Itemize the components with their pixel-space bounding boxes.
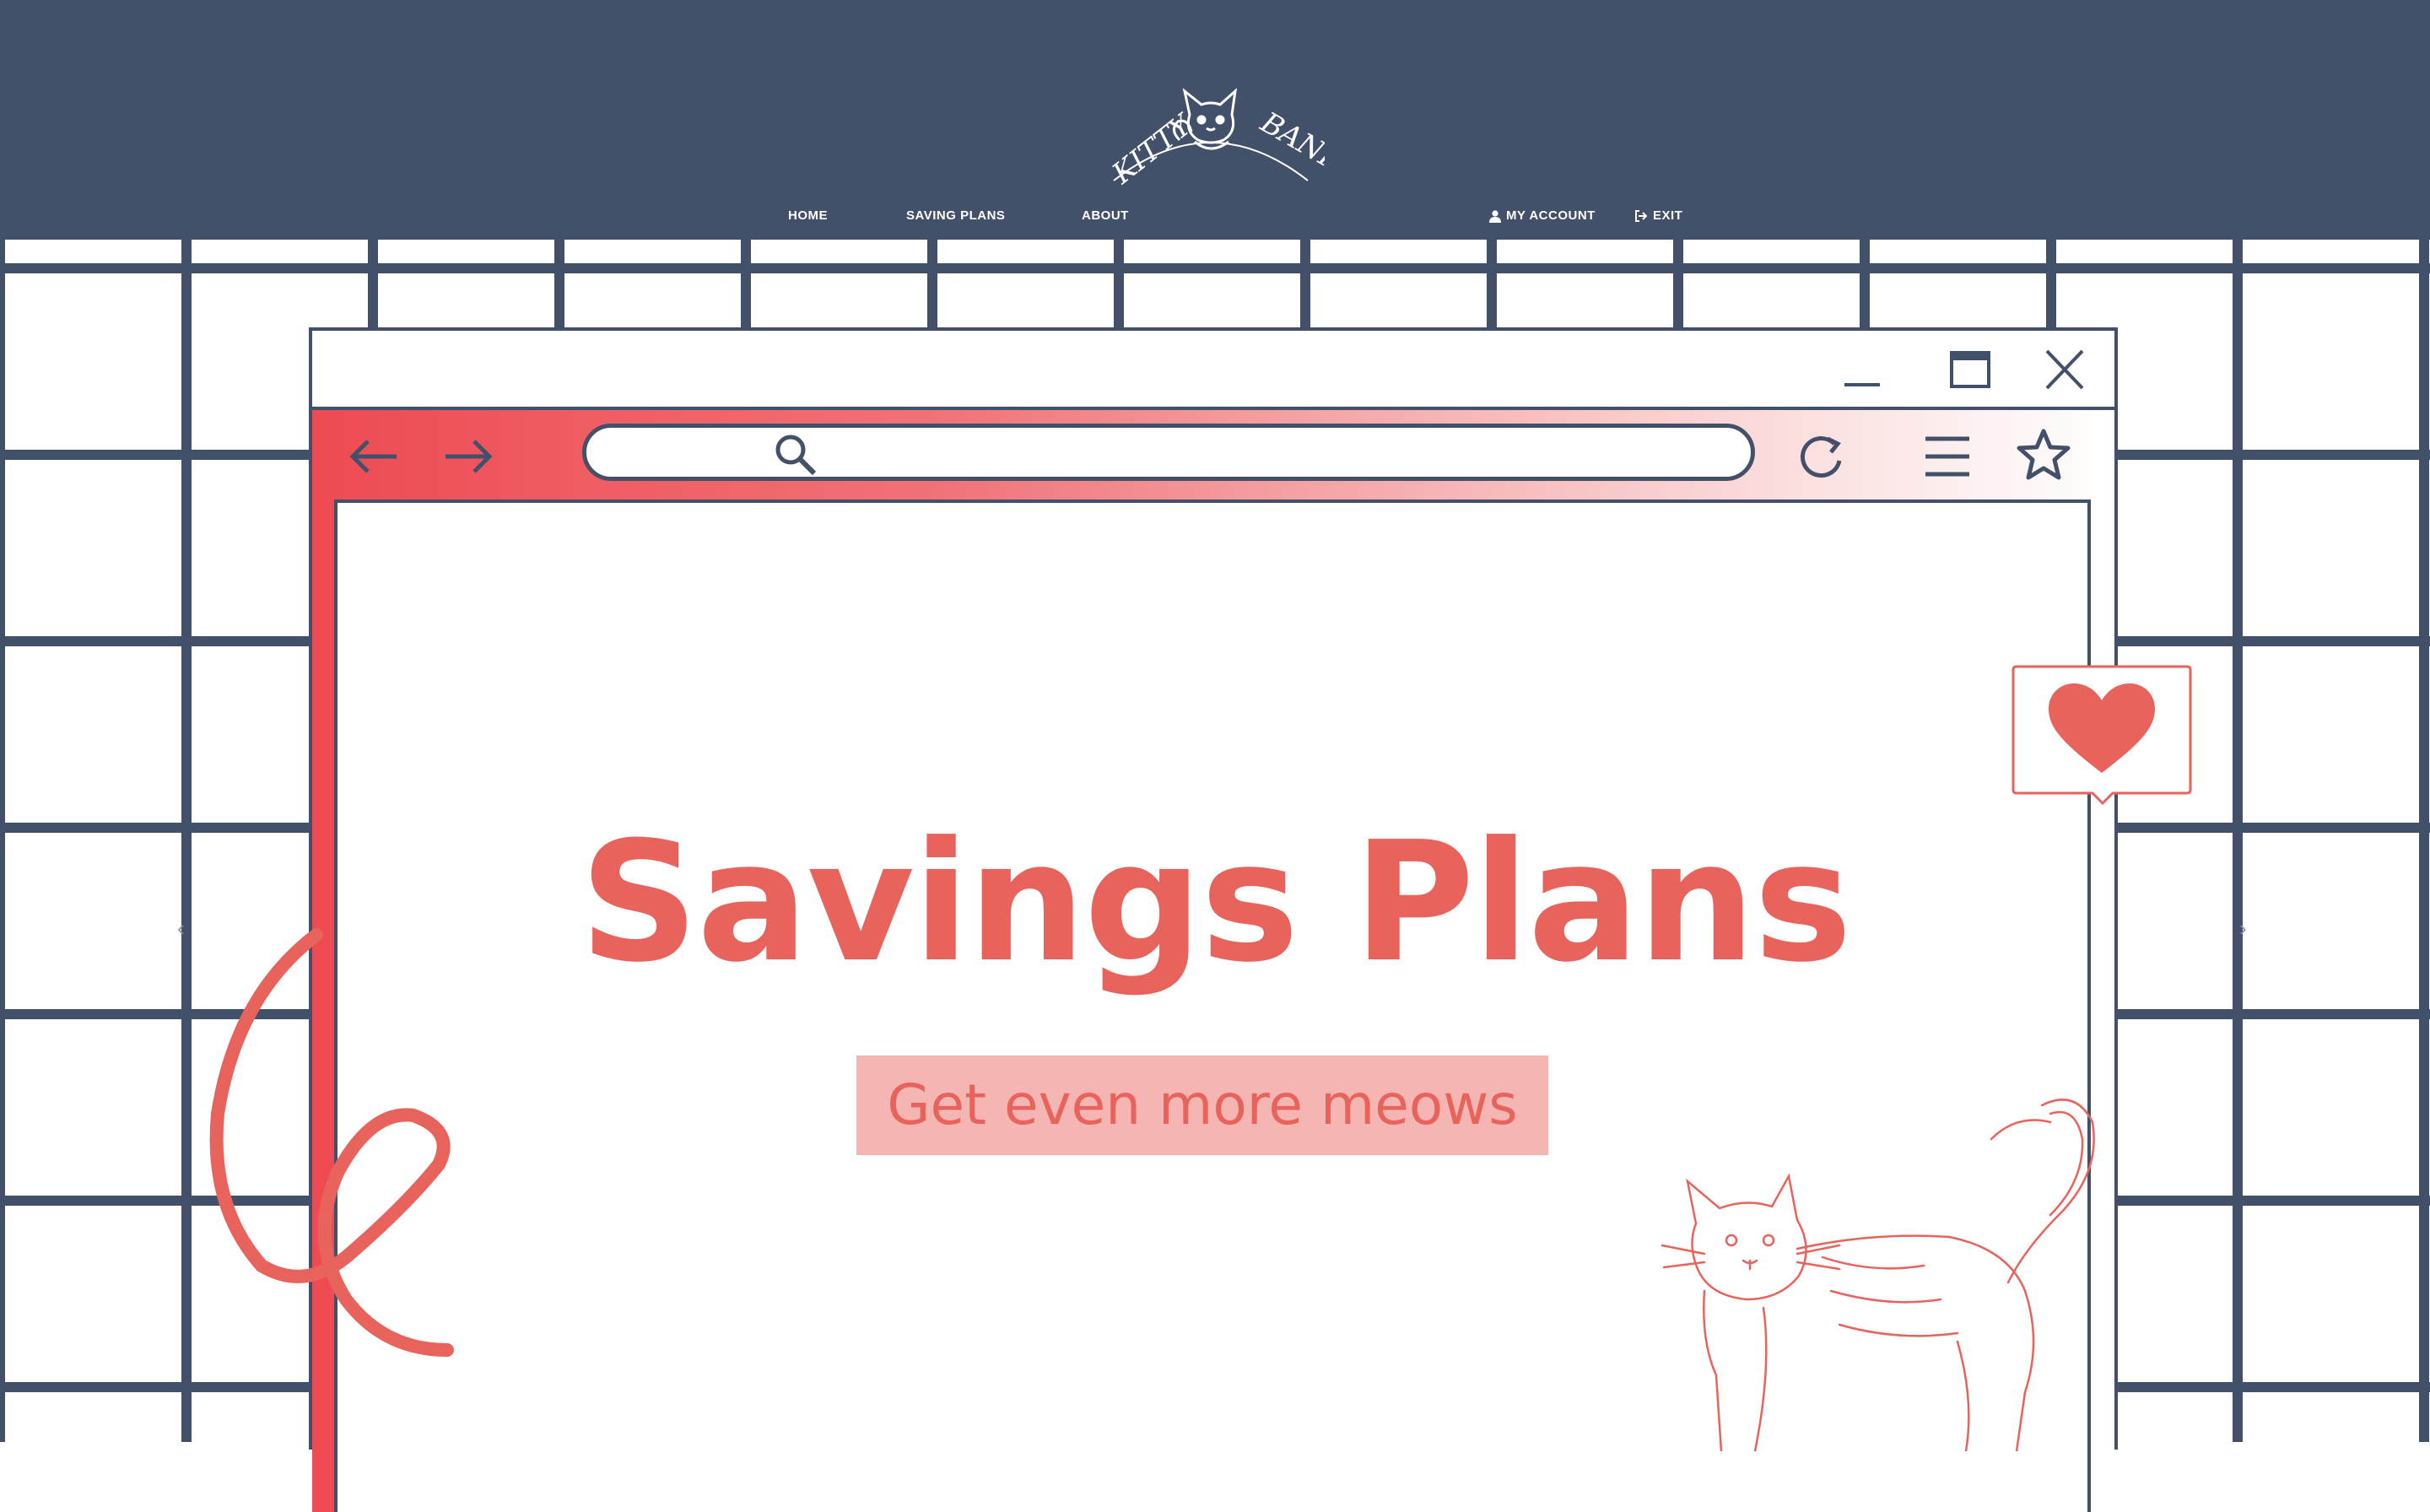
- address-input[interactable]: [789, 435, 1720, 472]
- sign-out-icon: [1635, 210, 1648, 222]
- nav-my-account[interactable]: MY ACCOUNT: [1489, 208, 1596, 224]
- page-title: Savings Plans: [579, 807, 1852, 999]
- kitty-bank-logo[interactable]: KITTY BANK: [1097, 81, 1325, 191]
- reload-icon[interactable]: [1797, 432, 1846, 481]
- logo-text-right: BANK: [1255, 105, 1325, 181]
- address-bar[interactable]: [582, 424, 1755, 481]
- nav-about[interactable]: ABOUT: [1082, 208, 1129, 224]
- nav-saving-plans[interactable]: SAVING PLANS: [906, 208, 1005, 224]
- close-icon[interactable]: [2042, 349, 2087, 392]
- heart-like-bubble[interactable]: [2012, 665, 2192, 805]
- logo-text-left: KITTY: [1105, 106, 1201, 191]
- cat-illustration: [1660, 1099, 2095, 1451]
- arrow-right-icon[interactable]: [440, 435, 496, 478]
- star-icon[interactable]: [2017, 429, 2071, 481]
- carousel-next-button[interactable]: ›: [2239, 915, 2247, 942]
- browser-toolbar: [312, 407, 2114, 500]
- maximize-icon[interactable]: [1947, 349, 1993, 392]
- window-titlebar: [312, 331, 2114, 407]
- page-subtitle: Get even more meows: [856, 1056, 1548, 1155]
- carousel-prev-button[interactable]: ‹: [177, 915, 185, 942]
- nav-my-account-label: MY ACCOUNT: [1506, 208, 1596, 223]
- arrow-left-icon[interactable]: [346, 435, 402, 478]
- hamburger-icon[interactable]: [1924, 434, 1971, 479]
- nav-home[interactable]: HOME: [788, 208, 828, 224]
- site-header: KITTY BANK HOME SAVING PLANS ABOUT MY AC…: [0, 0, 2430, 240]
- nav-exit-label: EXIT: [1653, 208, 1683, 223]
- nav-exit[interactable]: EXIT: [1634, 208, 1682, 224]
- minimize-icon[interactable]: [1839, 349, 1885, 392]
- user-icon: [1489, 209, 1501, 223]
